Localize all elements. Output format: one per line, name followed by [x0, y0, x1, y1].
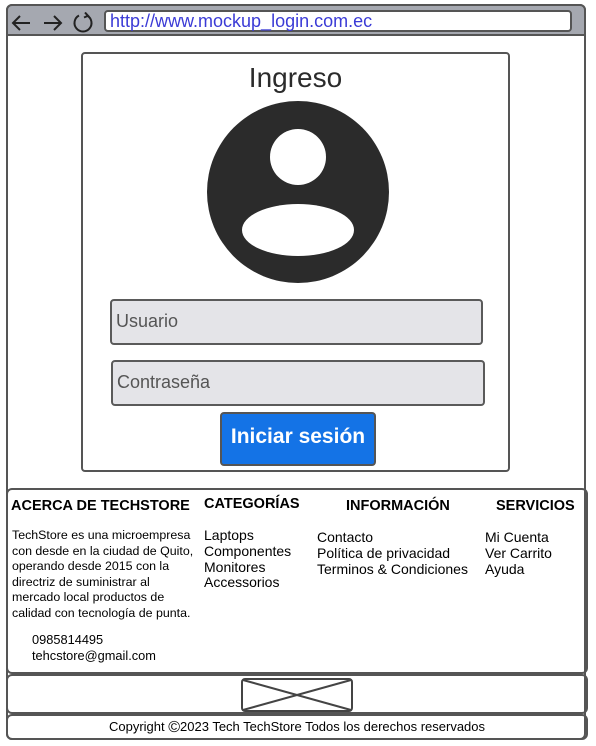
copyright-text: 2023 Tech TechStore Todos los derechos r…: [180, 719, 486, 734]
address-bar[interactable]: http://www.mockup_login.com.ec: [104, 10, 572, 32]
user-avatar-icon: [207, 101, 389, 283]
info-link[interactable]: Terminos & Condiciones: [317, 561, 468, 578]
category-link[interactable]: Accessorios: [204, 575, 291, 591]
browser-toolbar: http://www.mockup_login.com.ec: [6, 4, 586, 36]
footer: ACERCA DE TECHSTORE TechStore es una mic…: [6, 488, 588, 674]
about-description: TechStore es una microempresa con desde …: [12, 528, 204, 621]
contact-info: 0985814495 tehcstore@gmail.com: [32, 632, 156, 663]
category-link[interactable]: Componentes: [204, 543, 291, 560]
about-title: ACERCA DE TECHSTORE: [11, 498, 190, 514]
info-link[interactable]: Política de privacidad: [317, 545, 468, 562]
username-field[interactable]: Usuario: [110, 299, 483, 345]
reload-icon[interactable]: [72, 12, 94, 34]
about-line: directriz de suministrar al: [12, 574, 150, 589]
category-link[interactable]: Laptops: [204, 527, 291, 544]
arrow-right-icon[interactable]: [42, 12, 64, 34]
categories-title: CATEGORÍAS: [204, 496, 300, 512]
email-address: tehcstore@gmail.com: [32, 647, 156, 663]
info-title: INFORMACIÓN: [346, 498, 450, 514]
password-field[interactable]: Contraseña: [111, 360, 485, 406]
about-line: calidad con tecnología de punta.: [12, 605, 191, 620]
phone-number: 0985814495: [32, 632, 104, 647]
copyright-symbol: ©: [168, 719, 181, 736]
info-link[interactable]: Contacto: [317, 529, 468, 546]
info-list: Contacto Política de privacidad Terminos…: [317, 529, 468, 578]
arrow-left-icon[interactable]: [10, 12, 32, 34]
category-link[interactable]: Monitores: [204, 559, 291, 576]
login-card: Ingreso Usuario Contraseña Iniciar sesió…: [81, 52, 510, 472]
service-link[interactable]: Ayuda: [485, 561, 552, 578]
services-list: Mi Cuenta Ver Carrito Ayuda: [485, 529, 552, 578]
service-link[interactable]: Mi Cuenta: [485, 529, 552, 546]
categories-list: Laptops Componentes Monitores Accessorio…: [204, 527, 291, 591]
copyright-bar: Copyright ©2023 Tech TechStore Todos los…: [6, 714, 588, 740]
about-line: mercado local productos de: [12, 590, 165, 604]
about-line: TechStore es una microempresa: [12, 528, 191, 542]
image-placeholder-icon: [241, 678, 353, 712]
login-button[interactable]: Iniciar sesión: [220, 412, 376, 466]
services-title: SERVICIOS: [496, 498, 575, 514]
about-line: con desde en la ciudad de Quito,: [12, 543, 194, 558]
page-title: Ingreso: [248, 62, 343, 93]
copyright-prefix: Copyright: [108, 719, 169, 734]
about-line: operando desde 2015 con la: [12, 559, 170, 573]
image-banner: [6, 674, 588, 714]
service-link[interactable]: Ver Carrito: [485, 545, 552, 562]
